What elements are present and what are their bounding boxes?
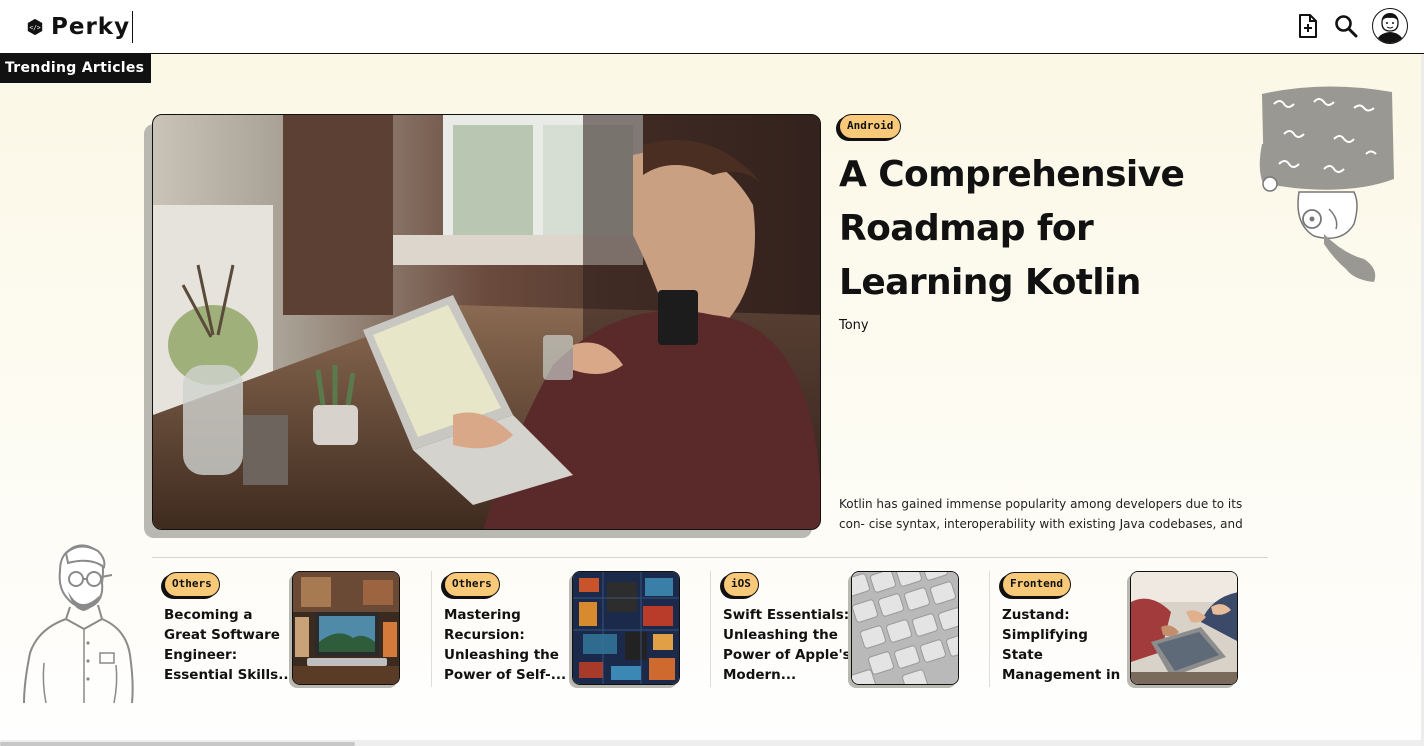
- article-card-list: Others Becoming a Great Software Enginee…: [152, 571, 1268, 687]
- article-card[interactable]: iOS Swift Essentials: Unleashing the Pow…: [709, 571, 989, 687]
- logo-hexagon-icon: </>: [27, 18, 43, 36]
- section-divider: [152, 557, 1268, 558]
- card-title[interactable]: Zustand: Simplifying State Management in…: [1002, 605, 1132, 685]
- laptop-desk-thumbnail: [292, 572, 399, 684]
- hero-photo-illustration: [153, 115, 820, 529]
- card-title[interactable]: Mastering Recursion: Unleashing the Powe…: [444, 605, 574, 685]
- card-category-tag[interactable]: iOS: [722, 572, 759, 597]
- avatar-face-icon: [1376, 13, 1404, 43]
- card-category-tag[interactable]: Others: [164, 572, 220, 597]
- card-thumbnail[interactable]: [1129, 571, 1238, 685]
- hero-tag-label: Android: [839, 114, 902, 139]
- hero-article-image[interactable]: [152, 114, 821, 530]
- search-button[interactable]: [1334, 12, 1358, 40]
- hero-author[interactable]: Tony: [839, 318, 869, 333]
- card-tag-label: iOS: [722, 572, 759, 597]
- bearded-man-illustration: [23, 544, 134, 704]
- card-category-tag[interactable]: Others: [443, 572, 500, 597]
- text-caret: [132, 11, 134, 43]
- user-avatar-button[interactable]: [1372, 8, 1408, 44]
- circuit-board-thumbnail: [572, 572, 679, 684]
- card-thumbnail[interactable]: [571, 571, 680, 685]
- upside-down-person-illustration: [1259, 86, 1394, 282]
- team-laptop-thumbnail: [1130, 572, 1237, 684]
- article-card[interactable]: Others Becoming a Great Software Enginee…: [152, 571, 431, 687]
- card-tag-label: Others: [164, 572, 220, 597]
- svg-text:</>: </>: [29, 25, 41, 32]
- hero-category-tag[interactable]: Android: [839, 114, 902, 139]
- card-title[interactable]: Swift Essentials: Unleashing the Power o…: [723, 605, 853, 685]
- horizontal-scrollbar-thumb[interactable]: [0, 742, 355, 746]
- new-post-icon: [1299, 14, 1317, 38]
- article-card[interactable]: Others Mastering Recursion: Unleashing t…: [430, 571, 710, 687]
- card-thumbnail[interactable]: [291, 571, 400, 685]
- card-tag-label: Frontend: [1001, 572, 1071, 597]
- hero-article-title[interactable]: A Comprehensive Roadmap for Learning Kot…: [839, 148, 1269, 310]
- top-navbar: </> Perky: [0, 0, 1424, 54]
- card-tag-label: Others: [443, 572, 500, 597]
- article-card[interactable]: Frontend Zustand: Simplifying State Mana…: [988, 571, 1268, 687]
- logo-text: Perky: [51, 14, 131, 40]
- card-title[interactable]: Becoming a Great Software Engineer: Esse…: [164, 605, 294, 685]
- new-post-button[interactable]: [1296, 12, 1320, 40]
- search-icon: [1335, 15, 1358, 38]
- logo-link[interactable]: </> Perky: [26, 11, 134, 43]
- hero-excerpt: Kotlin has gained immense popularity amo…: [839, 497, 1243, 531]
- card-category-tag[interactable]: Frontend: [1001, 572, 1071, 597]
- card-thumbnail[interactable]: [850, 571, 959, 685]
- keyboard-thumbnail: [851, 572, 958, 684]
- section-title: Trending Articles: [0, 54, 152, 83]
